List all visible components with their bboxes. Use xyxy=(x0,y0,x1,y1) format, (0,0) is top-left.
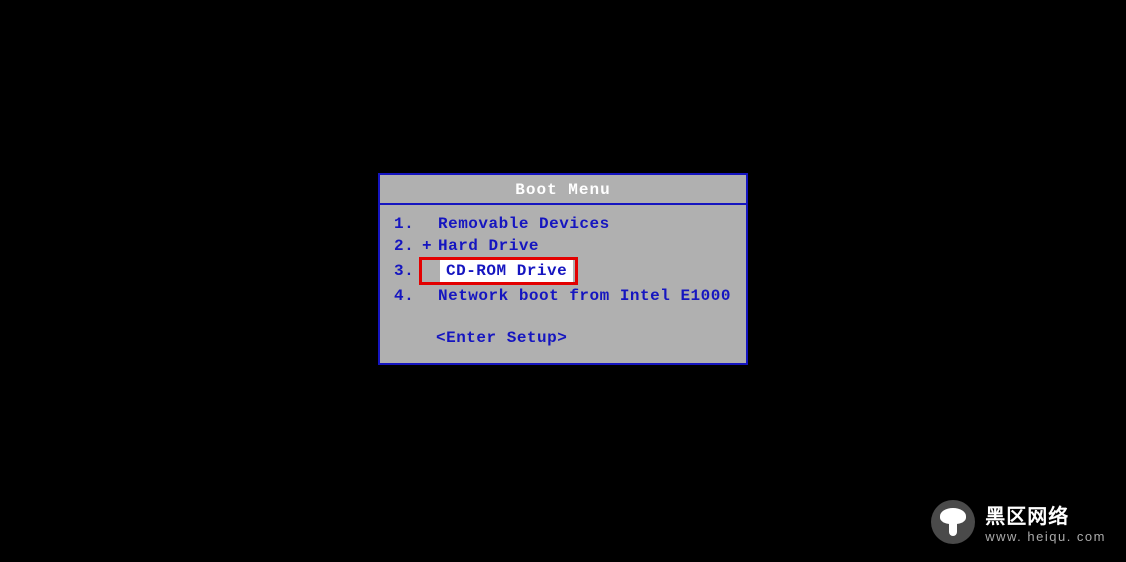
boot-menu-window: Boot Menu 1. Removable Devices 2. + Hard… xyxy=(378,173,748,365)
watermark-title: 黑区网络 xyxy=(985,500,1106,529)
mushroom-icon xyxy=(931,500,975,544)
boot-item-network-boot[interactable]: 4. Network boot from Intel E1000 xyxy=(394,285,732,307)
enter-setup-link[interactable]: <Enter Setup> xyxy=(394,329,732,347)
boot-item-label: CD-ROM Drive xyxy=(446,260,567,282)
watermark-text: 黑区网络 www. heiqu. com xyxy=(985,500,1106,544)
watermark-url: www. heiqu. com xyxy=(985,529,1106,544)
boot-item-label: Hard Drive xyxy=(438,235,539,257)
boot-item-label: Network boot from Intel E1000 xyxy=(438,285,731,307)
highlight-annotation: CD-ROM Drive xyxy=(419,257,578,285)
boot-item-number: 1. xyxy=(394,213,422,235)
boot-item-removable-devices[interactable]: 1. Removable Devices xyxy=(394,213,732,235)
boot-item-hard-drive[interactable]: 2. + Hard Drive xyxy=(394,235,732,257)
boot-menu-body: 1. Removable Devices 2. + Hard Drive 3. … xyxy=(380,205,746,363)
boot-item-cdrom-drive[interactable]: 3. CD-ROM Drive xyxy=(394,257,732,285)
watermark: 黑区网络 www. heiqu. com xyxy=(931,500,1106,544)
boot-item-label: Removable Devices xyxy=(438,213,610,235)
boot-item-selected: CD-ROM Drive xyxy=(440,260,573,282)
boot-item-number: 2. xyxy=(394,235,422,257)
boot-item-number: 3. xyxy=(394,260,422,282)
boot-item-expand-icon: + xyxy=(422,235,438,257)
boot-item-number: 4. xyxy=(394,285,422,307)
boot-menu-title: Boot Menu xyxy=(380,175,746,205)
